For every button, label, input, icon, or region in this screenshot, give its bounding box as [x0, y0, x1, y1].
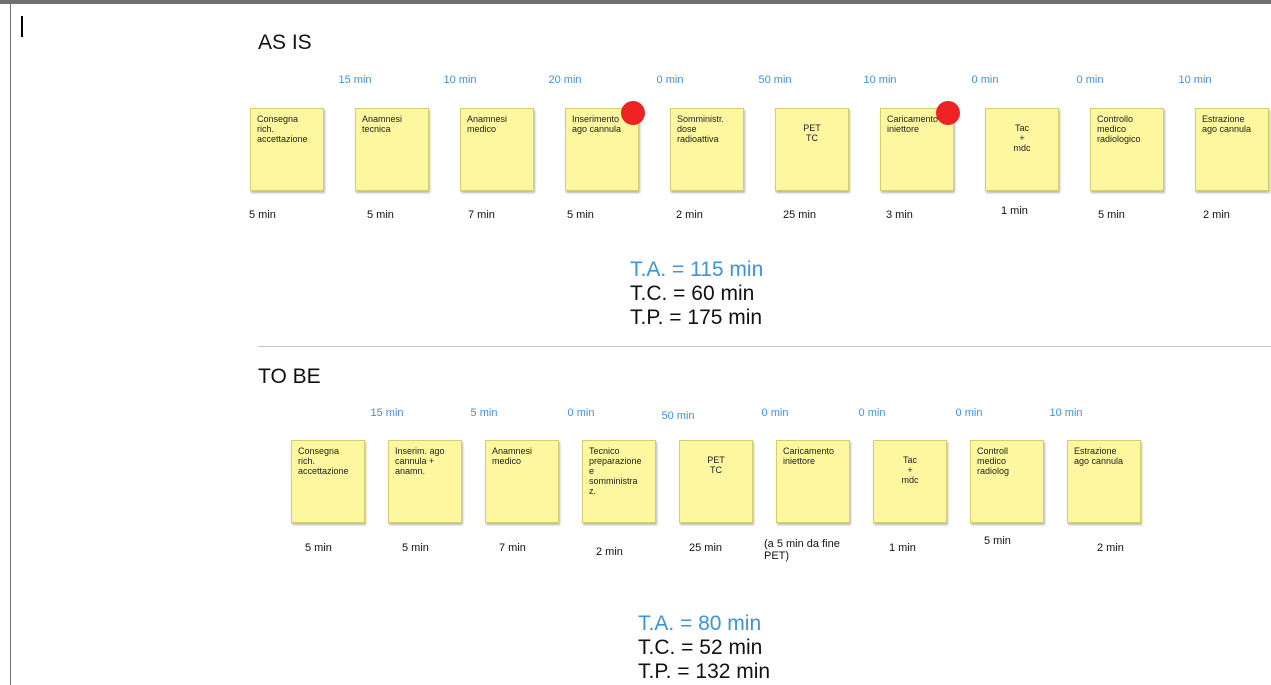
to-be-total-cycle: T.C. = 52 min — [638, 636, 763, 659]
as-is-step-note: Estrazione ago cannula — [1195, 108, 1269, 191]
to-be-total-process: T.P. = 132 min — [638, 660, 771, 683]
to-be-step-note: Consegna rich. accettazione — [291, 440, 365, 523]
to-be-step-cycle-time: (a 5 min da fine PET) — [764, 538, 840, 562]
to-be-step-cycle-time: 5 min — [402, 542, 429, 554]
to-be-step-note: Estrazione ago cannula — [1067, 440, 1141, 523]
to-be-wait-time: 0 min — [955, 407, 983, 419]
to-be-step-cycle-time: 2 min — [596, 546, 623, 558]
to-be-wait-time: 50 min — [661, 410, 695, 422]
to-be-step-note: Controll medico radiolog — [970, 440, 1044, 523]
to-be-wait-time: 0 min — [567, 407, 595, 419]
as-is-wait-time: 10 min — [863, 74, 897, 86]
as-is-step-cycle-time: 5 min — [249, 209, 276, 221]
to-be-step-cycle-time: 5 min — [305, 542, 332, 554]
as-is-wait-time: 20 min — [548, 74, 582, 86]
to-be-step-note: Caricamento iniettore — [776, 440, 850, 523]
to-be-totals: T.A. = 80 min T.C. = 52 min T.P. = 132 m… — [638, 612, 770, 684]
to-be-step-note: Tecnico preparazione e somministra z. — [582, 440, 656, 523]
as-is-step-cycle-time: 5 min — [1098, 209, 1125, 221]
bottleneck-dot — [936, 101, 960, 125]
as-is-step-cycle-time: 5 min — [567, 209, 594, 221]
to-be-title: TO BE — [258, 365, 321, 388]
slide-left-border — [10, 4, 11, 685]
as-is-wait-time: 10 min — [443, 74, 477, 86]
as-is-wait-time: 0 min — [656, 74, 684, 86]
as-is-step-note: Tac + mdc — [985, 108, 1059, 191]
as-is-wait-time: 10 min — [1178, 74, 1212, 86]
as-is-totals: T.A. = 115 min T.C. = 60 min T.P. = 175 … — [630, 258, 763, 330]
as-is-step-note: PET TC — [775, 108, 849, 191]
as-is-step-note: Consegna rich. accettazione — [250, 108, 324, 191]
as-is-step-cycle-time: 3 min — [886, 209, 913, 221]
as-is-wait-time: 0 min — [971, 74, 999, 86]
as-is-step-cycle-time: 1 min — [1001, 205, 1028, 217]
window-top-bar — [0, 0, 1271, 4]
as-is-total-waiting: T.A. = 115 min — [630, 258, 764, 281]
to-be-step-cycle-time: 25 min — [689, 542, 723, 554]
to-be-step-note: PET TC — [679, 440, 753, 523]
to-be-step-note: Anamnesi medico — [485, 440, 559, 523]
section-divider — [258, 346, 1271, 347]
as-is-wait-time: 15 min — [338, 74, 372, 86]
to-be-step-note: Tac + mdc — [873, 440, 947, 523]
as-is-total-cycle: T.C. = 60 min — [630, 282, 755, 305]
text-cursor — [21, 16, 23, 37]
as-is-step-cycle-time: 2 min — [1203, 209, 1230, 221]
to-be-wait-time: 0 min — [858, 407, 886, 419]
to-be-step-cycle-time: 5 min — [984, 535, 1011, 547]
to-be-step-cycle-time: 2 min — [1097, 542, 1124, 554]
to-be-step-cycle-time: 7 min — [499, 542, 526, 554]
as-is-wait-time: 50 min — [758, 74, 792, 86]
to-be-step-note: Inserim. ago cannula + anamn. — [388, 440, 462, 523]
as-is-step-cycle-time: 7 min — [468, 209, 495, 221]
as-is-step-note: Anamnesi medico — [460, 108, 534, 191]
as-is-step-note: Somministr. dose radioattiva — [670, 108, 744, 191]
to-be-wait-time: 10 min — [1049, 407, 1083, 419]
as-is-step-cycle-time: 25 min — [783, 209, 817, 221]
to-be-wait-time: 15 min — [370, 407, 404, 419]
as-is-step-note: Controllo medico radiologico — [1090, 108, 1164, 191]
to-be-wait-time: 5 min — [470, 407, 498, 419]
to-be-wait-time: 0 min — [761, 407, 789, 419]
as-is-step-cycle-time: 5 min — [367, 209, 394, 221]
to-be-step-cycle-time: 1 min — [889, 542, 916, 554]
as-is-step-note: Anamnesi tecnica — [355, 108, 429, 191]
as-is-step-cycle-time: 2 min — [676, 209, 703, 221]
as-is-total-process: T.P. = 175 min — [630, 306, 763, 329]
to-be-total-waiting: T.A. = 80 min — [638, 612, 762, 635]
bottleneck-dot — [621, 101, 645, 125]
as-is-wait-time: 0 min — [1076, 74, 1104, 86]
as-is-title: AS IS — [258, 31, 312, 54]
